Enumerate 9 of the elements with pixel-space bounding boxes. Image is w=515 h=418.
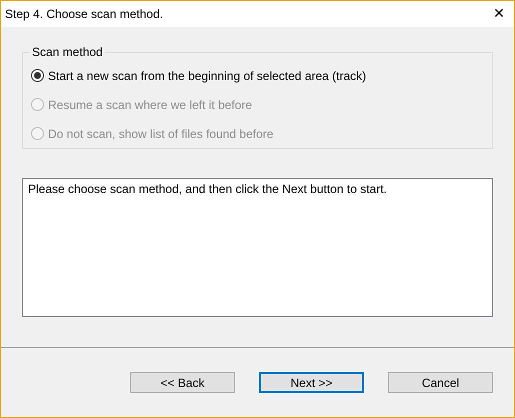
group-label: Scan method — [31, 45, 104, 59]
window-title: Step 4. Choose scan method. — [5, 7, 164, 21]
radio-button[interactable] — [31, 69, 44, 82]
dialog-button[interactable]: Next >> — [259, 372, 364, 393]
close-button[interactable]: ✕ — [484, 1, 514, 27]
dialog-button[interactable]: << Back — [130, 372, 235, 393]
radio-label[interactable]: Start a new scan from the beginning of selected area (track) — [48, 68, 366, 82]
message-text: Please choose scan method, and then click the Next button to start. — [28, 182, 387, 196]
dialog-button[interactable]: Cancel — [388, 372, 493, 393]
